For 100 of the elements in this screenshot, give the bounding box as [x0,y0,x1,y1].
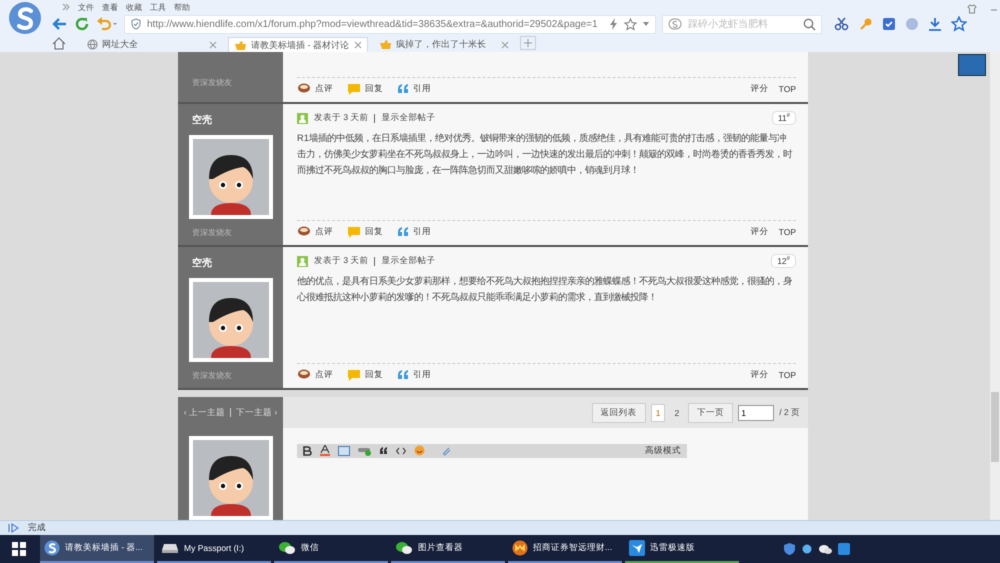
menu-item[interactable]: 文件 [78,2,94,12]
undo-icon[interactable] [96,16,118,32]
close-icon[interactable] [209,40,217,48]
close-icon[interactable] [354,41,362,49]
shield-check-icon[interactable] [882,17,896,31]
post-action-link[interactable]: 点评 [297,82,333,95]
post-action-link[interactable]: 回复 [347,368,383,381]
new-tab-button[interactable] [520,36,536,50]
taskbar-button[interactable]: My Passport (I:) [157,535,271,563]
page-input[interactable]: 1 [738,404,774,421]
browser-logo-icon[interactable] [8,1,42,35]
menu-item[interactable]: 工具 [150,2,166,12]
quote-marks-icon[interactable] [380,447,388,454]
post-action-link[interactable]: 回复 [347,82,383,95]
status-text: 完成 [28,522,46,534]
advanced-mode-link[interactable]: 高级模式 [645,444,681,457]
post-action-link[interactable]: 引用 [397,226,431,238]
taskbar-button[interactable]: 招商证券智远理财... [508,535,622,563]
taskbar-button[interactable]: 微信 [274,535,388,563]
quote-marks-icon [397,370,409,380]
browser-tab[interactable]: 疯掉了，作出了十米长 [374,37,514,52]
app-logo-icon [512,540,528,556]
code-icon[interactable] [396,446,406,455]
star-icon[interactable] [624,18,637,30]
post-action-link[interactable]: TOP [778,370,796,380]
download-icon[interactable] [928,17,942,31]
speech-bubble-icon [347,368,361,381]
browser-logo-icon [44,540,60,556]
next-page-button[interactable]: 下一页 [688,402,734,423]
speech-bubble-icon [347,226,361,238]
key-icon[interactable] [859,17,873,31]
lightning-icon[interactable] [609,18,619,30]
font-color-icon[interactable] [320,445,330,456]
windows-start-icon[interactable] [12,542,26,556]
post-action-link[interactable]: TOP [778,226,796,237]
chat-bubbles-icon[interactable] [819,544,832,554]
cartoon-avatar[interactable] [188,135,272,220]
coffee-cup-icon [297,226,311,238]
speech-bubble-icon [347,82,361,95]
cartoon-avatar[interactable] [188,436,272,520]
chevron-icon[interactable] [62,3,70,11]
cartoon-avatar[interactable] [188,278,272,362]
home-icon[interactable] [52,37,66,50]
post-action-link[interactable]: 引用 [397,82,431,95]
author-name[interactable]: 空壳 [192,256,212,270]
taskbar-button[interactable]: 迅雷极速版 [625,535,739,563]
next-thread-link[interactable]: 下一主题 › [236,406,278,419]
post-action-link[interactable]: 评分 [750,368,769,381]
image-icon[interactable] [338,446,350,456]
star-icon[interactable] [951,16,967,32]
taskbar-button[interactable]: 请教美标墙插 - 器... [40,535,154,563]
back-to-list-button[interactable]: 返回列表 [592,402,646,423]
search-field[interactable]: 踩碎小龙虾当肥料 [662,14,822,34]
post-body: R1墙插的中低频，在日系墙插里，绝对优秀。铍铜带来的强韧的低频，质感绝佳，具有难能可贵的打击感，强韧的能量与冲击力，仿佛美少女萝莉坐在不死鸟叔叔身上，一边吟叫，一边快速的发出最后的冲刺！颠簸的双峰，时尚卷烫的香香秀发，时而拂过不死鸟叔叔的胸口与脸庞，在一阵阵急切而又甜嫩哆嗦的娇嗔中，销魂到月球！ [297,132,794,178]
refresh-icon[interactable] [74,16,90,32]
menu-item[interactable]: 帮助 [174,2,190,12]
author-name[interactable]: 空壳 [192,113,212,128]
post-action-link[interactable]: 评分 [750,226,769,238]
user-rank: 资深发烧友 [192,227,232,238]
page-link[interactable]: 2 [670,404,684,421]
floor-number[interactable]: 11$^{#}$ [772,111,796,126]
show-all-posts-link[interactable]: 显示全部帖子 [381,112,436,124]
url-text: http://www.hiendlife.com/x1/forum.php?mod=viewthread&tid=38635&extra=&authorid=29502&page=1 [147,18,599,30]
search-input[interactable]: 踩碎小龙虾当肥料 [686,18,799,30]
address-bar[interactable]: http://www.hiendlife.com/x1/forum.php?mod=viewthread&tid=38635&extra=&authorid=29502&page=1 [124,14,656,34]
dropdown-caret-icon[interactable] [642,21,650,27]
browser-tab[interactable]: 请教美标墙插 - 器材讨论 [228,37,368,52]
sidebar-toggle-icon[interactable] [8,523,20,533]
post-action-link[interactable]: 引用 [397,368,431,381]
bold-icon[interactable] [303,446,312,456]
show-all-posts-link[interactable]: 显示全部帖子 [381,255,436,268]
thumbs-up-icon [234,40,247,50]
shirt-icon[interactable] [967,4,977,14]
post-action-link[interactable]: 评分 [750,82,769,95]
coffee-cup-icon [297,83,311,94]
menu-item[interactable]: 查看 [102,2,118,12]
post-action-link[interactable]: 点评 [297,368,333,381]
globe-icon [87,39,98,50]
menu-item[interactable]: 收藏 [126,2,142,12]
chat-bubbles-icon [395,541,413,555]
floor-number[interactable]: 12$^{#}$ [771,254,796,268]
smiley-icon[interactable] [414,445,425,456]
chat-bubbles-icon [278,541,296,555]
back-arrow-icon[interactable] [52,16,68,32]
post-date: 发表于 3 天前 [314,255,368,268]
post-action-link[interactable]: 回复 [347,226,383,238]
search-engine-icon[interactable] [668,18,682,30]
close-icon[interactable] [501,40,509,48]
post-action-link[interactable]: 点评 [297,226,333,238]
paperclip-icon[interactable] [441,446,451,456]
search-icon[interactable] [803,18,816,30]
scissors-icon[interactable] [834,17,850,31]
scrollbar-thumb[interactable] [991,392,999,462]
page-link[interactable]: 1 [650,404,666,422]
post-action-link[interactable]: TOP [778,84,796,94]
browser-tab[interactable]: 网址大全 [82,37,222,52]
shield-icon[interactable] [784,543,795,555]
post-body: 他的优点，是具有日系美少女萝莉那样，想要给不死鸟大叔抱抱捏捏亲亲的雅蝶蝶感！不死鸟大叔很爱这种感觉，很骚的，身心很难抵抗这种小萝莉的发嗲的！不死鸟叔叔只能乖乖满足小萝莉的需求，直到缴械投降！ [297,275,793,304]
prev-thread-link[interactable]: ‹ 上一主题 [184,406,225,419]
taskbar-button[interactable]: 图片查看器 [391,535,505,563]
